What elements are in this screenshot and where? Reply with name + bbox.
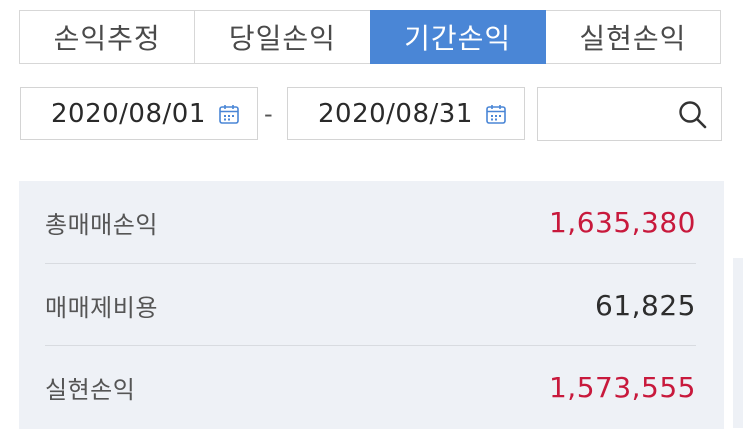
summary-row-realized-profit: 실현손익 1,573,555 xyxy=(45,345,696,428)
calendar-icon[interactable] xyxy=(217,102,241,126)
summary-panel: 총매매손익 1,635,380 매매제비용 61,825 실현손익 1,573,… xyxy=(19,181,724,429)
summary-value: 1,635,380 xyxy=(548,205,696,239)
summary-row-total-trade-profit: 총매매손익 1,635,380 xyxy=(45,181,696,263)
start-date-value: 2020/08/01 xyxy=(51,98,206,129)
scroll-edge xyxy=(733,258,743,428)
tab-realized-profit[interactable]: 실현손익 xyxy=(544,10,721,64)
tab-period-profit[interactable]: 기간손익 xyxy=(369,10,546,64)
tab-profit-estimate[interactable]: 손익추정 xyxy=(19,10,196,64)
end-date-value: 2020/08/31 xyxy=(318,98,473,129)
tab-daily-profit[interactable]: 당일손익 xyxy=(194,10,371,64)
tab-bar: 손익추정 당일손익 기간손익 실현손익 xyxy=(19,10,721,66)
calendar-icon[interactable] xyxy=(484,102,508,126)
date-range-separator: - xyxy=(264,100,273,128)
summary-label: 매매제비용 xyxy=(45,293,158,322)
search-button[interactable] xyxy=(537,87,722,141)
summary-label: 총매매손익 xyxy=(45,210,158,239)
summary-value: 1,573,555 xyxy=(548,370,696,404)
end-date-field[interactable]: 2020/08/31 xyxy=(287,87,525,140)
summary-row-trading-costs: 매매제비용 61,825 xyxy=(45,263,696,346)
summary-value: 61,825 xyxy=(595,288,696,322)
search-icon xyxy=(679,101,707,129)
start-date-field[interactable]: 2020/08/01 xyxy=(20,87,258,140)
summary-label: 실현손익 xyxy=(45,375,136,404)
